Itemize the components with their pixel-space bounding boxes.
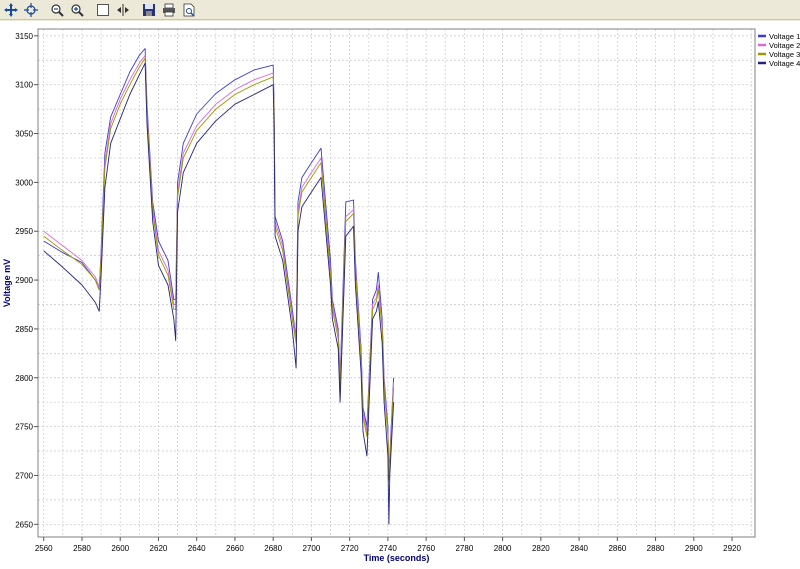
x-tick-label: 2900 bbox=[685, 544, 703, 553]
x-tick-label: 2880 bbox=[647, 544, 665, 553]
y-tick-label: 3150 bbox=[15, 32, 33, 41]
y-tick-label: 2800 bbox=[15, 374, 33, 383]
x-tick-label: 2620 bbox=[150, 544, 168, 553]
y-tick-label: 3100 bbox=[15, 81, 33, 90]
legend-item-label: Voltage 2 bbox=[769, 41, 800, 50]
y-tick-label: 3050 bbox=[15, 130, 33, 139]
x-tick-label: 2660 bbox=[226, 544, 244, 553]
print-preview-icon bbox=[183, 3, 195, 16]
zoom-out-button[interactable] bbox=[48, 1, 66, 19]
y-tick-label: 2650 bbox=[15, 520, 33, 529]
x-tick-label: 2640 bbox=[188, 544, 206, 553]
y-tick-label: 2900 bbox=[15, 276, 33, 285]
print-button[interactable] bbox=[160, 1, 178, 19]
crosshair-icon bbox=[24, 2, 38, 17]
x-tick-label: 2600 bbox=[111, 544, 129, 553]
y-tick-label: 3000 bbox=[15, 178, 33, 187]
zoom-out-icon bbox=[51, 3, 64, 17]
floppy-disk-icon bbox=[143, 3, 155, 16]
chart-toolbar bbox=[0, 0, 800, 20]
x-tick-label: 2860 bbox=[608, 544, 626, 553]
x-tick-label: 2840 bbox=[570, 544, 588, 553]
printer-icon bbox=[163, 3, 175, 16]
fit-horizontal-button[interactable] bbox=[114, 1, 132, 19]
x-tick-label: 2820 bbox=[532, 544, 550, 553]
legend-item-label: Voltage 3 bbox=[769, 50, 800, 59]
voltage-chart[interactable]: 2560 2580 2600 2620 2640 2660 2680 2700 2720 2740… bbox=[0, 21, 800, 569]
save-button[interactable] bbox=[140, 1, 158, 19]
zoom-in-button[interactable] bbox=[68, 1, 86, 19]
y-tick-label: 2750 bbox=[15, 423, 33, 432]
x-tick-label: 2580 bbox=[73, 544, 91, 553]
y-tick-label: 2950 bbox=[15, 227, 33, 236]
select-point-tool-button[interactable] bbox=[22, 1, 40, 19]
move-arrows-icon bbox=[4, 2, 18, 17]
x-tick-label: 2680 bbox=[264, 544, 282, 553]
legend-item-label: Voltage 1 bbox=[769, 32, 800, 41]
pan-tool-button[interactable] bbox=[2, 1, 20, 19]
x-tick-label: 2700 bbox=[303, 544, 321, 553]
zoom-in-icon bbox=[71, 3, 84, 17]
y-axis-title: Voltage mV bbox=[2, 259, 12, 307]
y-tick-label: 2700 bbox=[15, 471, 33, 480]
x-tick-label: 2920 bbox=[723, 544, 741, 553]
legend-item-label: Voltage 4 bbox=[769, 59, 800, 68]
fit-width-icon bbox=[117, 3, 129, 16]
x-axis-title: Time (seconds) bbox=[364, 553, 430, 563]
zoom-box-button[interactable] bbox=[94, 1, 112, 19]
x-tick-label: 2720 bbox=[341, 544, 359, 553]
print-preview-button[interactable] bbox=[180, 1, 198, 19]
x-tick-label: 2740 bbox=[379, 544, 397, 553]
rectangle-icon bbox=[97, 3, 109, 16]
x-tick-label: 2800 bbox=[494, 544, 512, 553]
x-tick-label: 2560 bbox=[35, 544, 53, 553]
x-tick-label: 2760 bbox=[417, 544, 435, 553]
x-tick-label: 2780 bbox=[455, 544, 473, 553]
y-tick-label: 2850 bbox=[15, 325, 33, 334]
